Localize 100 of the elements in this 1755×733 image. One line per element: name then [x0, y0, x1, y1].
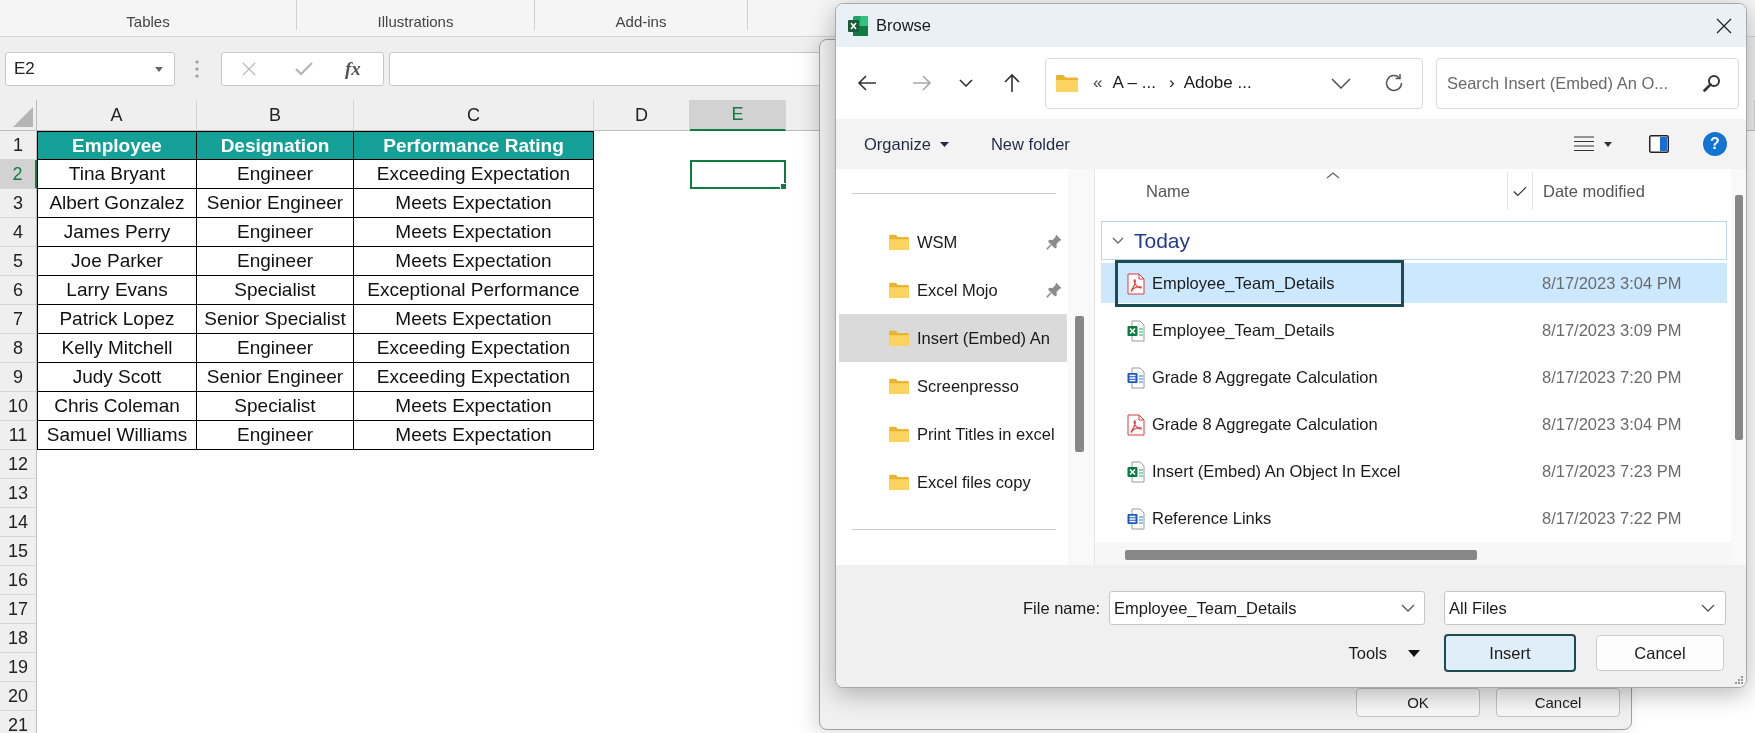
file-row[interactable]: Insert (Embed) An Object In Excel 8/17/2023 7:23 PM [1101, 448, 1727, 495]
file-name-combobox[interactable]: Employee_Team_Details [1109, 591, 1425, 625]
search-field[interactable]: Search Insert (Embed) An O... [1436, 57, 1739, 109]
column-header[interactable]: C [354, 100, 594, 131]
row-header[interactable]: 4 [0, 218, 37, 247]
folder-icon [888, 233, 910, 251]
row-header[interactable]: 15 [0, 537, 37, 566]
name-box[interactable]: E2 [5, 52, 175, 86]
nav-item[interactable]: Screenpresso [839, 362, 1067, 410]
path-segment[interactable]: A – ... [1112, 73, 1156, 93]
table-cell: Engineer [197, 218, 354, 247]
row-header[interactable]: 7 [0, 305, 37, 334]
row-header[interactable]: 5 [0, 247, 37, 276]
organize-button[interactable]: Organize [864, 134, 949, 154]
row-header[interactable]: 6 [0, 276, 37, 305]
file-type-dropdown[interactable]: All Files [1444, 591, 1726, 625]
nav-item-label: Insert (Embed) An [917, 328, 1050, 348]
nav-item-label: Print Titles in excel [917, 424, 1055, 444]
row-header[interactable]: 19 [0, 653, 37, 682]
row-header[interactable]: 13 [0, 479, 37, 508]
check-icon[interactable] [1513, 185, 1527, 197]
insert-button[interactable]: Insert [1444, 634, 1576, 672]
triangle-icon [13, 107, 33, 127]
row-header[interactable]: 18 [0, 624, 37, 653]
file-date: 8/17/2023 7:20 PM [1542, 368, 1682, 387]
chevron-down-icon[interactable] [959, 79, 973, 87]
scrollbar-thumb[interactable] [1075, 316, 1084, 452]
chevron-icon[interactable] [1112, 237, 1124, 244]
caret-icon [939, 141, 949, 147]
document-file-icon [1127, 366, 1145, 389]
nav-item[interactable]: Insert (Embed) An [839, 314, 1067, 362]
column-header[interactable]: B [197, 100, 354, 131]
row-header[interactable]: 1 [0, 131, 37, 160]
row-header[interactable]: 21 [0, 711, 37, 733]
tools-button[interactable]: Tools [1348, 643, 1420, 663]
search-icon[interactable] [1703, 73, 1721, 92]
file-row[interactable]: Grade 8 Aggregate Calculation 8/17/2023 3:04 PM [1101, 401, 1727, 448]
chevron-down-icon[interactable] [1701, 604, 1715, 612]
active-cell[interactable] [690, 160, 786, 189]
row-header[interactable]: 20 [0, 682, 37, 711]
table-cell: Patrick Lopez [37, 305, 197, 334]
table-cell: Meets Expectation [354, 218, 594, 247]
up-arrow-icon[interactable] [1002, 73, 1022, 93]
folder-icon [1055, 73, 1079, 93]
column-header[interactable]: Name [1095, 172, 1507, 210]
file-row[interactable]: Reference Links 8/17/2023 7:22 PM [1101, 495, 1727, 542]
chevron-down-icon[interactable] [1331, 77, 1351, 89]
nav-item[interactable]: Print Titles in excel [839, 410, 1067, 458]
row-header[interactable]: 3 [0, 189, 37, 218]
file-name: Employee_Team_Details [1152, 274, 1335, 293]
list-view-icon[interactable] [1574, 136, 1594, 152]
ok-button[interactable]: OK [1356, 688, 1480, 717]
drag-handle-icon[interactable] [195, 60, 199, 78]
refresh-icon[interactable] [1384, 73, 1404, 93]
cancel-button[interactable]: Cancel [1596, 635, 1724, 671]
nav-item-label: Excel Mojo [917, 280, 998, 300]
row-header[interactable]: 12 [0, 450, 37, 479]
column-header[interactable]: D [594, 100, 690, 131]
row-header[interactable]: 11 [0, 421, 37, 450]
cancel-button[interactable]: Cancel [1496, 688, 1620, 717]
caret-icon[interactable] [1604, 141, 1612, 147]
insert-function-button[interactable]: fx [345, 58, 361, 80]
table-cell: Joe Parker [37, 247, 197, 276]
nav-item[interactable]: Excel Mojo [839, 266, 1067, 314]
nav-item[interactable]: Excel files copy [839, 458, 1067, 506]
nav-item[interactable]: WSM [839, 218, 1067, 266]
nav-item-label: Excel files copy [917, 472, 1031, 492]
row-header[interactable]: 8 [0, 334, 37, 363]
table-cell: Exceeding Expectation [354, 160, 594, 189]
row-header[interactable]: 16 [0, 566, 37, 595]
scrollbar-thumb[interactable] [1125, 550, 1477, 560]
column-header[interactable]: A [37, 100, 197, 131]
file-row[interactable]: Grade 8 Aggregate Calculation 8/17/2023 7:20 PM [1101, 354, 1727, 401]
overflow-mark[interactable]: « [1093, 73, 1103, 93]
table-cell: Engineer [197, 160, 354, 189]
close-icon[interactable] [1716, 17, 1732, 34]
table-cell: Specialist [197, 276, 354, 305]
row-header[interactable]: 10 [0, 392, 37, 421]
resize-grip-icon[interactable] [1734, 675, 1743, 684]
address-bar[interactable]: « A – ... › Adobe ... [1045, 57, 1423, 109]
caret-icon[interactable] [155, 67, 163, 72]
path-segment[interactable]: Adobe ... [1183, 73, 1252, 93]
scrollbar-thumb[interactable] [1735, 195, 1743, 440]
preview-pane-icon[interactable] [1649, 135, 1669, 153]
new-folder-button[interactable]: New folder [990, 134, 1070, 154]
back-arrow-icon[interactable] [857, 73, 877, 93]
group-header[interactable]: Today [1101, 221, 1727, 260]
chevron-down-icon[interactable] [1401, 604, 1415, 612]
row-header[interactable]: 17 [0, 595, 37, 624]
fill-handle-icon[interactable] [780, 183, 786, 189]
row-header[interactable]: 9 [0, 363, 37, 392]
table-cell: Meets Expectation [354, 247, 594, 276]
help-button[interactable]: ? [1703, 132, 1727, 156]
table-cell: Senior Engineer [197, 189, 354, 218]
file-row[interactable]: Employee_Team_Details 8/17/2023 3:09 PM [1101, 307, 1727, 354]
row-header[interactable]: 14 [0, 508, 37, 537]
spreadsheet-file-icon [1127, 319, 1145, 342]
spreadsheet-file-icon [1127, 460, 1145, 483]
file-row[interactable]: Employee_Team_Details 8/17/2023 3:04 PM [1101, 260, 1727, 307]
table-cell: Judy Scott [37, 363, 197, 392]
